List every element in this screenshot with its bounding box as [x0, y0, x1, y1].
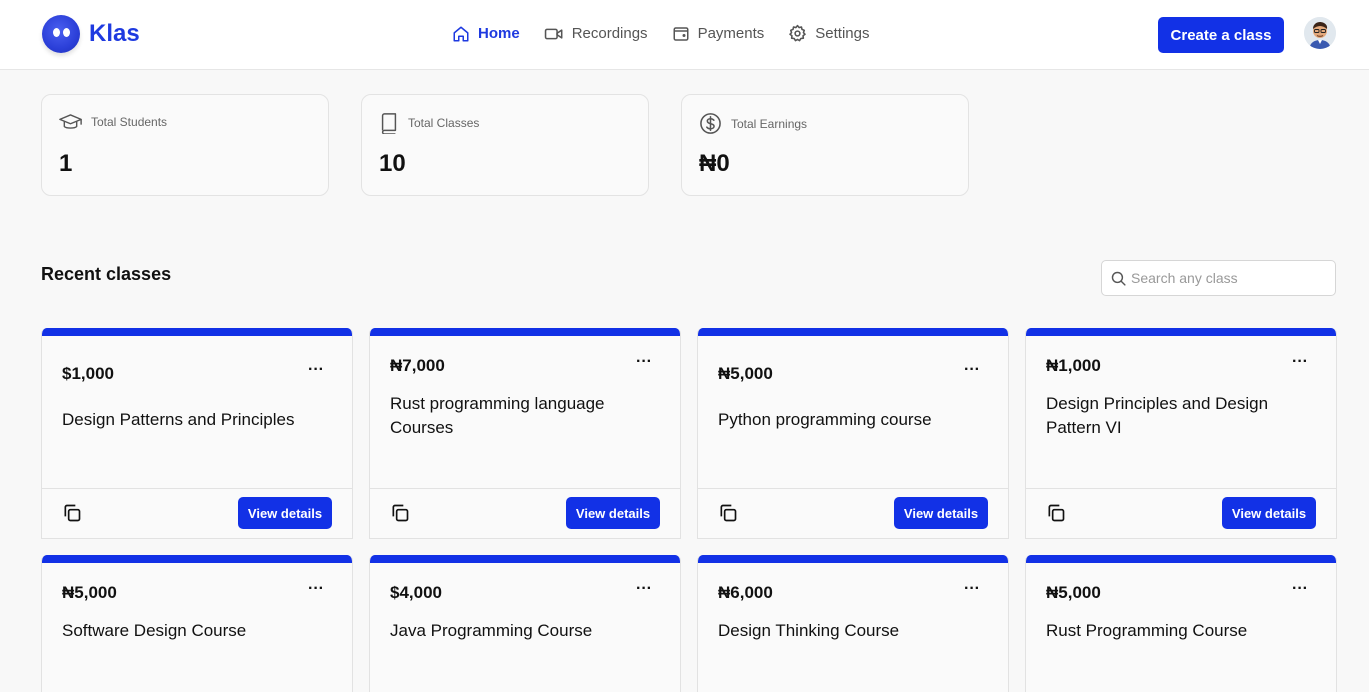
nav-payments[interactable]: Payments — [672, 24, 765, 43]
class-price: ₦6,000 — [718, 583, 773, 602]
klas-logo-icon — [42, 15, 80, 53]
class-card: $1,000 ··· Design Patterns and Principle… — [41, 328, 353, 539]
class-card: ₦5,000 ··· Python programming course Vie… — [697, 328, 1009, 539]
stat-label: Total Students — [91, 115, 168, 129]
view-details-button[interactable]: View details — [1222, 497, 1316, 529]
class-title: Design Principles and Design Pattern VI — [1046, 394, 1269, 437]
avatar-icon — [1304, 17, 1336, 49]
search-box[interactable] — [1101, 260, 1336, 296]
nav-home[interactable]: Home — [452, 24, 520, 43]
currency-icon — [700, 113, 721, 134]
card-footer: View details — [698, 488, 1008, 538]
card-footer: View details — [370, 488, 680, 538]
search-input[interactable] — [1131, 270, 1331, 286]
stat-card-students: Total Students 1 — [41, 94, 329, 196]
brand-name: Klas — [89, 20, 140, 47]
class-title: Rust Programming Course — [1046, 621, 1248, 640]
class-price: $4,000 — [390, 583, 442, 602]
more-options-icon[interactable]: ··· — [636, 353, 652, 371]
stat-card-earnings: Total Earnings ₦0 — [681, 94, 969, 196]
class-title: Python programming course — [718, 410, 932, 429]
class-card: ₦6,000 ··· Design Thinking Course — [697, 555, 1009, 692]
view-details-button[interactable]: View details — [238, 497, 332, 529]
nav-settings[interactable]: Settings — [788, 24, 869, 43]
more-options-icon[interactable]: ··· — [308, 361, 324, 379]
card-accent-bar — [1026, 555, 1336, 563]
class-title: Rust programming language Courses — [390, 394, 605, 437]
top-navbar: Klas Home Recordings Payments Settings C… — [0, 0, 1369, 70]
nav-recordings-label: Recordings — [571, 25, 648, 42]
card-footer: View details — [42, 488, 352, 538]
class-card: $4,000 ··· Java Programming Course — [369, 555, 681, 692]
user-avatar[interactable] — [1304, 17, 1336, 49]
gear-icon — [789, 24, 807, 42]
class-title: Java Programming Course — [390, 621, 593, 640]
wallet-icon — [673, 26, 689, 41]
card-accent-bar — [370, 328, 680, 336]
class-card: ₦5,000 ··· Software Design Course — [41, 555, 353, 692]
card-footer: View details — [1026, 488, 1336, 538]
section-title: Recent classes — [41, 264, 172, 284]
class-price: ₦1,000 — [1046, 356, 1101, 375]
view-details-button[interactable]: View details — [566, 497, 660, 529]
more-options-icon[interactable]: ··· — [964, 361, 980, 379]
more-options-icon[interactable]: ··· — [308, 580, 324, 598]
stat-value: 1 — [59, 150, 73, 177]
search-icon — [1111, 271, 1126, 286]
more-options-icon[interactable]: ··· — [964, 580, 980, 598]
stat-card-classes: Total Classes 10 — [361, 94, 649, 196]
video-icon — [544, 28, 563, 39]
stat-label: Total Classes — [408, 116, 480, 130]
class-card: ₦7,000 ··· Rust programming language Cou… — [369, 328, 681, 539]
nav-payments-label: Payments — [697, 25, 765, 42]
class-card: ₦5,000 ··· Rust Programming Course — [1025, 555, 1337, 692]
home-icon — [453, 26, 469, 41]
graduation-cap-icon — [59, 114, 82, 129]
card-accent-bar — [42, 555, 352, 563]
more-options-icon[interactable]: ··· — [636, 580, 652, 598]
class-price: ₦5,000 — [1046, 583, 1101, 602]
create-class-button[interactable]: Create a class — [1158, 17, 1284, 53]
card-accent-bar — [42, 328, 352, 336]
copy-link-icon[interactable] — [718, 503, 738, 523]
more-options-icon[interactable]: ··· — [1292, 353, 1308, 371]
card-accent-bar — [698, 555, 1008, 563]
nav-home-label: Home — [478, 25, 520, 42]
view-details-button[interactable]: View details — [894, 497, 988, 529]
stat-value: 10 — [379, 150, 406, 177]
card-accent-bar — [698, 328, 1008, 336]
copy-link-icon[interactable] — [62, 503, 82, 523]
class-price: ₦5,000 — [62, 583, 117, 602]
nav-recordings[interactable]: Recordings — [544, 24, 648, 43]
nav-settings-label: Settings — [815, 25, 870, 42]
copy-link-icon[interactable] — [1046, 503, 1066, 523]
class-price: ₦5,000 — [718, 364, 773, 383]
class-price: ₦7,000 — [390, 356, 445, 375]
main-nav: Home Recordings Payments Settings — [452, 24, 893, 43]
class-title: Software Design Course — [62, 621, 247, 640]
stat-label: Total Earnings — [731, 116, 808, 131]
book-icon — [381, 113, 397, 134]
class-title: Design Thinking Course — [718, 621, 900, 640]
class-card: ₦1,000 ··· Design Principles and Design … — [1025, 328, 1337, 539]
card-accent-bar — [370, 555, 680, 563]
brand-logo[interactable]: Klas — [42, 15, 140, 53]
more-options-icon[interactable]: ··· — [1292, 580, 1308, 598]
copy-link-icon[interactable] — [390, 503, 410, 523]
class-title: Design Patterns and Principles — [62, 410, 295, 429]
card-accent-bar — [1026, 328, 1336, 336]
stat-value: ₦0 — [699, 150, 730, 177]
class-price: $1,000 — [62, 364, 114, 383]
